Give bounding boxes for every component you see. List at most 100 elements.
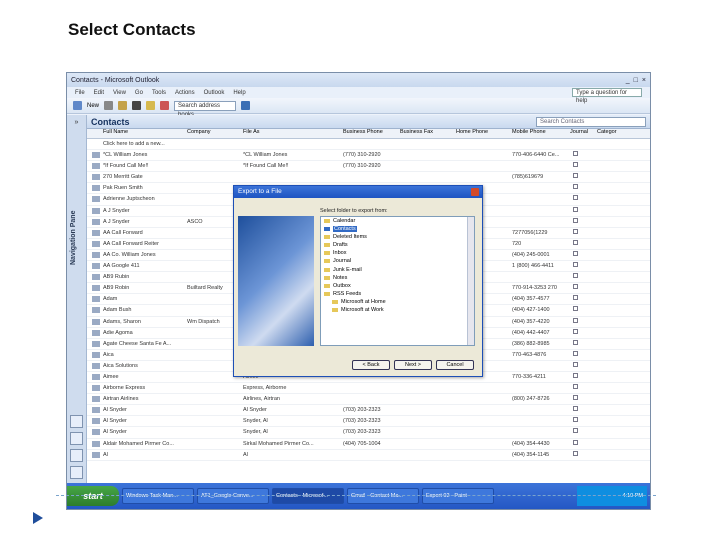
cancel-button[interactable]: Cancel <box>436 360 474 370</box>
journal-checkbox[interactable] <box>568 217 595 227</box>
col-file-as[interactable]: File As <box>241 129 341 138</box>
start-button[interactable]: start <box>67 486 119 506</box>
address-book-icon[interactable] <box>146 101 156 110</box>
folder-item-rss-feeds[interactable]: RSS Feeds <box>321 290 474 298</box>
journal-checkbox[interactable] <box>568 450 595 460</box>
table-row[interactable]: *If Found Call Me!! *If Found Call Me!! (7… <box>87 161 650 173</box>
col-business-phone[interactable]: Business Phone <box>341 129 398 138</box>
calendar-icon[interactable] <box>70 432 83 445</box>
menu-file[interactable]: File <box>75 90 85 96</box>
folder-list[interactable]: Calendar Contacts Deleted Items Drafts I… <box>320 216 475 346</box>
journal-checkbox[interactable] <box>568 283 595 293</box>
help-icon[interactable] <box>241 101 251 110</box>
menu-outlook[interactable]: Outlook <box>204 90 225 96</box>
journal-checkbox[interactable] <box>568 172 595 182</box>
col-full-name[interactable]: Full Name <box>101 129 185 138</box>
journal-checkbox[interactable] <box>568 228 595 238</box>
journal-checkbox[interactable] <box>568 361 595 371</box>
search-contacts-input[interactable]: Search Contacts <box>536 116 646 127</box>
folder-item-outbox[interactable]: Outbox <box>321 282 474 290</box>
flag-icon[interactable] <box>160 101 170 110</box>
expand-pane-button[interactable]: » <box>67 119 86 126</box>
col-icon[interactable] <box>87 129 101 138</box>
taskbar-item-google[interactable]: AT1_Google Conve... <box>197 488 269 504</box>
folder-item-ms-home[interactable]: Microsoft at Home <box>321 298 474 306</box>
taskbar-item-task-manager[interactable]: Windows Task Man... <box>122 488 194 504</box>
taskbar-item-outlook[interactable]: Contacts - Microsof... <box>272 488 344 504</box>
delete-icon[interactable] <box>132 101 142 110</box>
move-folder-icon[interactable] <box>118 101 128 110</box>
journal-checkbox[interactable] <box>568 427 595 437</box>
folder-item-deleted-items[interactable]: Deleted Items <box>321 233 474 241</box>
table-row[interactable]: Aldair Mohamed Pirmer Co... Sirkal Mohame… <box>87 439 650 450</box>
mail-icon[interactable] <box>70 415 83 428</box>
folder-list-scrollbar[interactable] <box>467 217 474 345</box>
journal-checkbox[interactable] <box>568 206 595 216</box>
table-row[interactable]: Airborne Express Express, Airborne <box>87 383 650 395</box>
col-mobile-phone[interactable]: Mobile Phone <box>510 129 568 138</box>
col-home-phone[interactable]: Home Phone <box>454 129 510 138</box>
table-row[interactable]: *CL William Jones *CL William Jones (770) … <box>87 150 650 162</box>
col-company[interactable]: Company <box>185 129 241 138</box>
back-button[interactable]: < Back <box>352 360 390 370</box>
new-icon[interactable] <box>73 101 82 110</box>
table-row[interactable]: Al Snyder Al Snyder (703) 203-2323 <box>87 405 650 417</box>
menu-tools[interactable]: Tools <box>152 90 166 96</box>
journal-checkbox[interactable] <box>568 194 595 204</box>
col-business-fax[interactable]: Business Fax <box>398 129 454 138</box>
journal-checkbox[interactable] <box>568 350 595 360</box>
maximize-button[interactable]: □ <box>634 77 638 84</box>
journal-checkbox[interactable] <box>568 183 595 193</box>
minimize-button[interactable]: _ <box>626 77 630 84</box>
menu-go[interactable]: Go <box>135 90 143 96</box>
journal-checkbox[interactable] <box>568 383 595 393</box>
menu-view[interactable]: View <box>113 90 126 96</box>
menu-edit[interactable]: Edit <box>94 90 104 96</box>
folder-item-ms-work[interactable]: Microsoft at Work <box>321 306 474 314</box>
table-row[interactable]: 270 Merritt Gate (785)6196?9 <box>87 172 650 184</box>
tasks-icon[interactable] <box>70 466 83 479</box>
contacts-icon[interactable] <box>70 449 83 462</box>
menu-help[interactable]: Help <box>233 90 245 96</box>
journal-checkbox[interactable] <box>568 272 595 282</box>
journal-checkbox[interactable] <box>568 161 595 171</box>
folder-item-calendar[interactable]: Calendar <box>321 217 474 225</box>
journal-checkbox[interactable] <box>568 150 595 160</box>
journal-checkbox[interactable] <box>568 294 595 304</box>
taskbar-item-paint[interactable]: Export 02 - Paint <box>422 488 494 504</box>
add-new-row-text[interactable]: Click here to add a new... <box>101 139 185 149</box>
help-question-input[interactable]: Type a question for help <box>572 88 642 104</box>
new-button[interactable]: New <box>87 103 99 109</box>
journal-checkbox[interactable] <box>568 250 595 260</box>
print-icon[interactable] <box>104 101 114 110</box>
menu-actions[interactable]: Actions <box>175 90 195 96</box>
folder-item-inbox[interactable]: Inbox <box>321 249 474 257</box>
journal-checkbox[interactable] <box>568 328 595 338</box>
col-categories[interactable]: Categor <box>595 129 619 138</box>
folder-item-journal[interactable]: Journal <box>321 257 474 265</box>
close-button[interactable]: × <box>642 77 646 84</box>
table-row[interactable]: Al Snyder Snyder, Al (703) 203-2323 <box>87 427 650 439</box>
search-address-books-input[interactable]: Search address books <box>174 100 237 118</box>
journal-checkbox[interactable] <box>568 305 595 315</box>
journal-checkbox[interactable] <box>568 416 595 426</box>
journal-checkbox[interactable] <box>568 405 595 415</box>
folder-item-junk[interactable]: Junk E-mail <box>321 266 474 274</box>
dialog-close-icon[interactable] <box>471 188 479 196</box>
taskbar-item-gmail[interactable]: Gmail - Contact Ma... <box>347 488 419 504</box>
table-row[interactable]: Al Al (404) 354-1145 <box>87 450 650 461</box>
journal-checkbox[interactable] <box>568 394 595 404</box>
folder-item-drafts[interactable]: Drafts <box>321 241 474 249</box>
journal-checkbox[interactable] <box>568 317 595 327</box>
journal-checkbox[interactable] <box>568 372 595 382</box>
folder-item-contacts[interactable]: Contacts <box>321 225 474 233</box>
col-journal[interactable]: Journal <box>568 129 595 138</box>
add-new-row[interactable]: Click here to add a new... <box>87 139 650 151</box>
journal-checkbox[interactable] <box>568 239 595 249</box>
journal-checkbox[interactable] <box>568 339 595 349</box>
journal-checkbox[interactable] <box>568 261 595 271</box>
folder-item-notes[interactable]: Notes <box>321 274 474 282</box>
table-row[interactable]: Airtran Airlines Airlines, Airtran (800) 2… <box>87 394 650 406</box>
table-row[interactable]: Al Snyder Snyder, Al (703) 203-2323 <box>87 416 650 428</box>
journal-checkbox[interactable] <box>568 439 595 449</box>
